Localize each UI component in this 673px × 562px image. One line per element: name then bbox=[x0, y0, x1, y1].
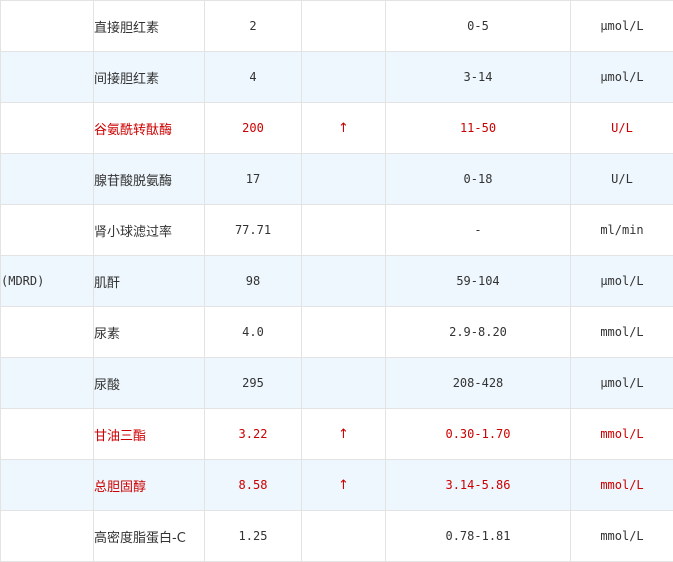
test-unit: ml/min bbox=[570, 204, 673, 256]
test-unit: mmol/L bbox=[570, 459, 673, 511]
test-unit: mmol/L bbox=[570, 510, 673, 562]
abnormal-flag-icon bbox=[301, 306, 386, 358]
test-result: 4.0 bbox=[204, 306, 302, 358]
table-row: 尿酸 295 208-428 μmol/L bbox=[0, 357, 673, 409]
test-unit: U/L bbox=[570, 153, 673, 205]
row-code: (MDRD) bbox=[0, 255, 94, 307]
abnormal-flag-icon bbox=[301, 51, 386, 103]
abnormal-flag-icon bbox=[301, 0, 386, 52]
test-result: 4 bbox=[204, 51, 302, 103]
abnormal-flag-icon: ↑ bbox=[301, 102, 386, 154]
test-name: 肌酐 bbox=[93, 255, 205, 307]
table-row: 肾小球滤过率 77.71 - ml/min bbox=[0, 204, 673, 256]
reference-range: 208-428 bbox=[385, 357, 571, 409]
table-row: 腺苷酸脱氨酶 17 0-18 U/L bbox=[0, 153, 673, 205]
test-result: 3.22 bbox=[204, 408, 302, 460]
test-unit: μmol/L bbox=[570, 255, 673, 307]
abnormal-flag-icon bbox=[301, 255, 386, 307]
reference-range: 2.9-8.20 bbox=[385, 306, 571, 358]
reference-range: 0-5 bbox=[385, 0, 571, 52]
abnormal-flag-icon: ↑ bbox=[301, 408, 386, 460]
abnormal-flag-icon bbox=[301, 510, 386, 562]
abnormal-flag-icon bbox=[301, 204, 386, 256]
test-unit: μmol/L bbox=[570, 51, 673, 103]
abnormal-flag-icon bbox=[301, 357, 386, 409]
table-row: 高密度脂蛋白-C 1.25 0.78-1.81 mmol/L bbox=[0, 510, 673, 562]
row-code bbox=[0, 408, 94, 460]
test-name: 腺苷酸脱氨酶 bbox=[93, 153, 205, 205]
test-result: 17 bbox=[204, 153, 302, 205]
test-unit: mmol/L bbox=[570, 408, 673, 460]
test-name: 直接胆红素 bbox=[93, 0, 205, 52]
reference-range: 0-18 bbox=[385, 153, 571, 205]
lab-results-table: 直接胆红素 2 0-5 μmol/L 间接胆红素 4 3-14 μmol/L 谷氨酰转酞酶 200… bbox=[0, 0, 673, 562]
test-name: 总胆固醇 bbox=[93, 459, 205, 511]
row-code bbox=[0, 153, 94, 205]
table-row: 总胆固醇 8.58 ↑ 3.14-5.86 mmol/L bbox=[0, 459, 673, 511]
table-row: (MDRD) 肌酐 98 59-104 μmol/L bbox=[0, 255, 673, 307]
abnormal-flag-icon bbox=[301, 153, 386, 205]
reference-range: 3.14-5.86 bbox=[385, 459, 571, 511]
row-code bbox=[0, 0, 94, 52]
test-name: 尿素 bbox=[93, 306, 205, 358]
test-result: 1.25 bbox=[204, 510, 302, 562]
test-name: 谷氨酰转酞酶 bbox=[93, 102, 205, 154]
test-name: 肾小球滤过率 bbox=[93, 204, 205, 256]
abnormal-flag-icon: ↑ bbox=[301, 459, 386, 511]
reference-range: 11-50 bbox=[385, 102, 571, 154]
test-name: 间接胆红素 bbox=[93, 51, 205, 103]
table-row: 谷氨酰转酞酶 200 ↑ 11-50 U/L bbox=[0, 102, 673, 154]
reference-range: 0.78-1.81 bbox=[385, 510, 571, 562]
row-code bbox=[0, 204, 94, 256]
test-result: 77.71 bbox=[204, 204, 302, 256]
test-name: 尿酸 bbox=[93, 357, 205, 409]
test-result: 98 bbox=[204, 255, 302, 307]
table-row: 间接胆红素 4 3-14 μmol/L bbox=[0, 51, 673, 103]
test-unit: U/L bbox=[570, 102, 673, 154]
lab-results-body: 直接胆红素 2 0-5 μmol/L 间接胆红素 4 3-14 μmol/L 谷氨酰转酞酶 200… bbox=[0, 0, 673, 562]
test-unit: μmol/L bbox=[570, 0, 673, 52]
test-name: 高密度脂蛋白-C bbox=[93, 510, 205, 562]
test-unit: mmol/L bbox=[570, 306, 673, 358]
table-row: 甘油三酯 3.22 ↑ 0.30-1.70 mmol/L bbox=[0, 408, 673, 460]
reference-range: 0.30-1.70 bbox=[385, 408, 571, 460]
reference-range: 3-14 bbox=[385, 51, 571, 103]
row-code bbox=[0, 102, 94, 154]
test-result: 295 bbox=[204, 357, 302, 409]
test-name: 甘油三酯 bbox=[93, 408, 205, 460]
reference-range: 59-104 bbox=[385, 255, 571, 307]
row-code bbox=[0, 306, 94, 358]
table-row: 直接胆红素 2 0-5 μmol/L bbox=[0, 0, 673, 52]
row-code bbox=[0, 51, 94, 103]
row-code bbox=[0, 357, 94, 409]
reference-range: - bbox=[385, 204, 571, 256]
row-code bbox=[0, 459, 94, 511]
row-code bbox=[0, 510, 94, 562]
table-row: 尿素 4.0 2.9-8.20 mmol/L bbox=[0, 306, 673, 358]
test-result: 8.58 bbox=[204, 459, 302, 511]
test-unit: μmol/L bbox=[570, 357, 673, 409]
test-result: 200 bbox=[204, 102, 302, 154]
test-result: 2 bbox=[204, 0, 302, 52]
